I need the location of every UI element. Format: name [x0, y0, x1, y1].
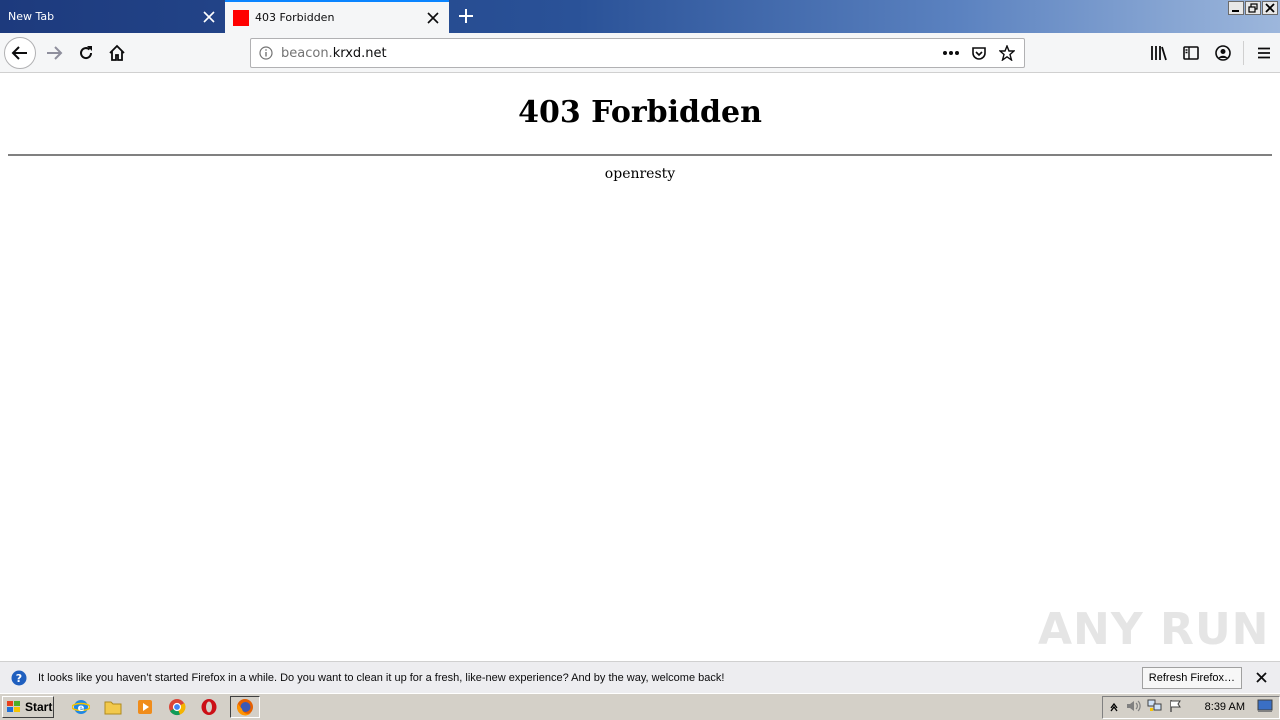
info-icon[interactable] [251, 46, 281, 60]
library-button[interactable] [1143, 37, 1175, 69]
help-icon: ? [10, 669, 28, 687]
url-subdomain: beacon. [281, 45, 333, 61]
restore-button[interactable] [1245, 1, 1261, 15]
pocket-button[interactable] [968, 42, 990, 64]
reload-icon [80, 46, 93, 60]
horizontal-rule [8, 154, 1272, 156]
action-center-flag-icon[interactable] [1169, 698, 1183, 717]
file-explorer-icon[interactable] [102, 696, 124, 718]
favicon-icon [233, 9, 249, 26]
pocket-icon [972, 47, 986, 60]
taskbar: Start e 8:39 AM [0, 693, 1280, 720]
close-icon[interactable] [425, 10, 441, 26]
close-icon [1265, 3, 1275, 13]
media-player-icon[interactable] [134, 696, 156, 718]
start-button[interactable]: Start [2, 696, 54, 718]
more-dots-icon [943, 51, 959, 55]
plus-icon [459, 9, 473, 23]
reload-button[interactable] [70, 37, 102, 69]
page-actions-button[interactable] [940, 42, 962, 64]
tab-new-tab[interactable]: New Tab [0, 0, 225, 33]
start-label: Start [25, 700, 53, 714]
close-notification-button[interactable] [1250, 667, 1272, 689]
close-icon[interactable] [201, 9, 217, 25]
clock[interactable]: 8:39 AM [1205, 701, 1245, 713]
internet-explorer-icon[interactable]: e [70, 696, 92, 718]
back-button[interactable] [4, 37, 36, 69]
refresh-firefox-button[interactable]: Refresh Firefox… [1141, 666, 1242, 689]
notification-bar: ? It looks like you haven’t started Fire… [0, 661, 1280, 693]
address-bar[interactable]: beacon.krxd.net [250, 38, 1025, 68]
sidebar-icon [1183, 46, 1199, 60]
toolbar-separator [1243, 41, 1244, 65]
url-domain: krxd.net [332, 45, 387, 61]
window-controls [1228, 1, 1278, 15]
arrow-right-icon [47, 46, 63, 60]
menu-button[interactable] [1248, 37, 1280, 69]
page-heading: 403 Forbidden [518, 95, 762, 130]
sidebar-button[interactable] [1175, 37, 1207, 69]
firefox-taskbar-button[interactable] [230, 696, 260, 718]
show-hidden-icons-icon[interactable] [1109, 698, 1119, 717]
page-content: 403 Forbidden openresty ANY RUN [0, 74, 1280, 661]
tab-label: 403 Forbidden [255, 11, 335, 24]
account-icon [1215, 45, 1231, 61]
firefox-icon [237, 699, 253, 716]
system-tray: 8:39 AM [1101, 695, 1280, 719]
account-button[interactable] [1207, 37, 1239, 69]
close-window-button[interactable] [1262, 1, 1278, 15]
bookmark-star-button[interactable] [996, 42, 1018, 64]
home-button[interactable] [101, 37, 133, 69]
library-icon [1151, 46, 1167, 61]
anyrun-watermark: ANY RUN [1038, 604, 1270, 655]
windows-logo-icon [7, 701, 20, 712]
close-icon [1255, 672, 1267, 683]
star-icon [999, 45, 1015, 61]
tab-label: New Tab [8, 10, 55, 23]
network-icon[interactable] [1147, 698, 1163, 717]
show-desktop-icon[interactable] [1257, 698, 1273, 717]
svg-text:e: e [78, 703, 85, 714]
chrome-icon[interactable] [166, 696, 188, 718]
server-signature: openresty [604, 166, 676, 182]
restore-icon [1248, 3, 1258, 13]
volume-icon[interactable] [1125, 698, 1141, 717]
minimize-button[interactable] [1228, 1, 1244, 15]
tab-403-forbidden[interactable]: 403 Forbidden [225, 0, 449, 33]
minimize-icon [1232, 10, 1239, 12]
home-icon [109, 44, 125, 61]
new-tab-button[interactable] [454, 4, 478, 28]
notification-text: It looks like you haven’t started Firefo… [38, 671, 725, 684]
opera-icon[interactable] [198, 696, 220, 718]
forward-button[interactable] [38, 37, 70, 69]
url-text[interactable]: beacon.krxd.net [281, 46, 940, 61]
tab-strip: New Tab 403 Forbidden [0, 0, 1280, 33]
svg-text:?: ? [16, 672, 22, 685]
nav-toolbar: beacon.krxd.net [0, 33, 1280, 73]
arrow-left-icon [11, 46, 27, 60]
hamburger-icon [1258, 47, 1270, 59]
